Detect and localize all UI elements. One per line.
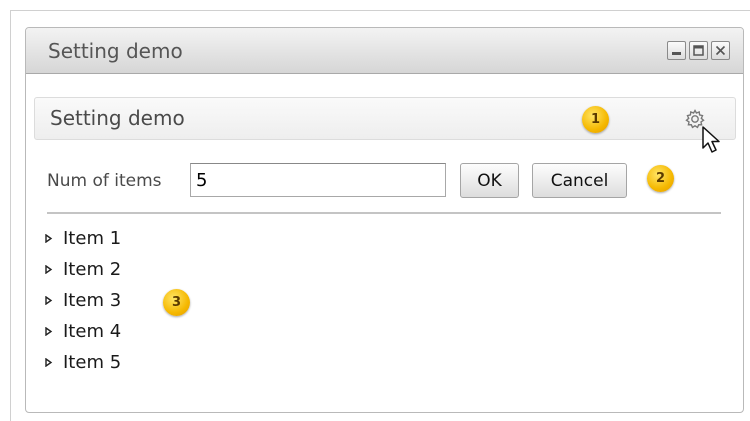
cursor-icon [702, 126, 720, 153]
list-item[interactable]: Item 2 [45, 254, 121, 285]
maximize-icon [693, 45, 704, 56]
cancel-button[interactable]: Cancel [532, 163, 627, 198]
num-items-input[interactable] [190, 163, 446, 197]
callout-badge-1: 1 [582, 106, 609, 133]
callout-badge-2: 2 [647, 165, 674, 192]
expand-arrow-icon[interactable] [45, 234, 63, 243]
list-item-label: Item 5 [63, 352, 122, 373]
list-item-label: Item 3 [63, 290, 122, 311]
list-item-label: Item 4 [63, 321, 122, 342]
minimize-button[interactable] [667, 41, 686, 60]
num-items-label: Num of items [47, 171, 162, 191]
expand-arrow-icon[interactable] [45, 265, 63, 274]
callout-badge-3: 3 [163, 289, 190, 316]
list-item-label: Item 2 [63, 259, 122, 280]
expand-arrow-icon[interactable] [45, 327, 63, 336]
expand-arrow-icon[interactable] [45, 358, 63, 367]
maximize-button[interactable] [689, 41, 708, 60]
list-item[interactable]: Item 1 [45, 223, 121, 254]
list-item[interactable]: Item 5 [45, 347, 121, 378]
expand-arrow-icon[interactable] [45, 296, 63, 305]
list-item-label: Item 1 [63, 228, 122, 249]
ok-button[interactable]: OK [460, 163, 519, 198]
item-list: Item 1 Item 2 Item 3 Item 4 Item 5 [45, 223, 121, 378]
window-controls [667, 41, 730, 60]
app-window: Setting demo [25, 27, 744, 413]
minimize-icon [672, 52, 681, 55]
window-title: Setting demo [48, 39, 183, 63]
panel-title: Setting demo [50, 106, 185, 130]
list-item[interactable]: Item 4 [45, 316, 121, 347]
window-titlebar[interactable]: Setting demo [26, 28, 743, 74]
close-button[interactable] [711, 41, 730, 60]
panel-header: Setting demo [34, 97, 736, 153]
divider [47, 212, 721, 214]
close-icon [715, 45, 726, 56]
list-item[interactable]: Item 3 [45, 285, 121, 316]
